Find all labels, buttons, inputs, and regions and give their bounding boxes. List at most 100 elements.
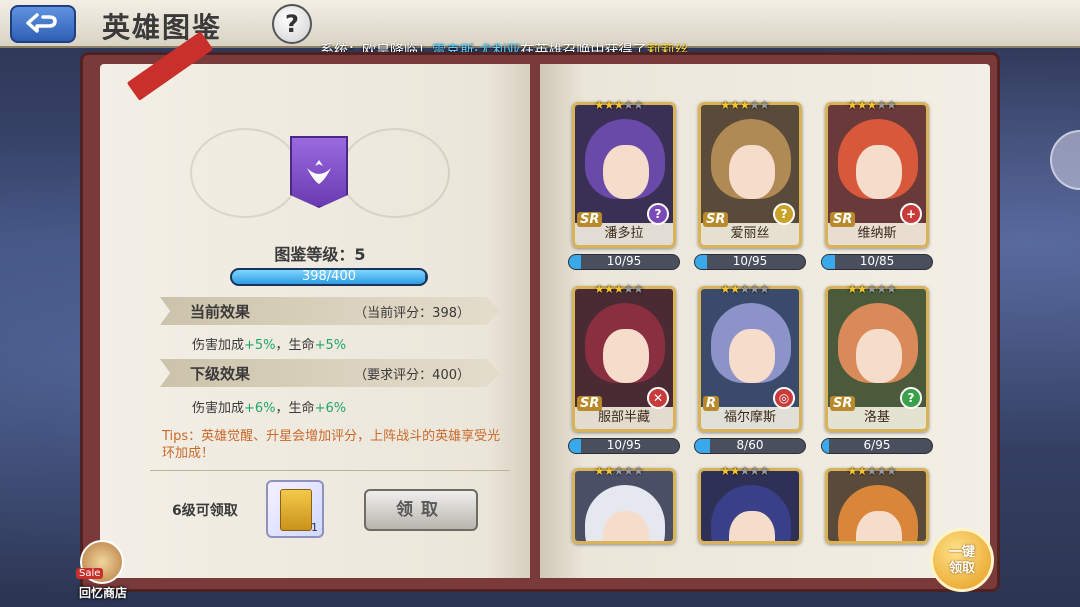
one-key-claim-button[interactable]: 一键 领取 [930, 528, 994, 592]
star-icon: ★ [613, 98, 625, 112]
star-icon: ★ [729, 282, 741, 296]
reward-level-label: 6级可领取 [172, 503, 238, 519]
star-rating: ★★★★★ [594, 282, 644, 296]
star-icon: ★ [720, 464, 731, 478]
star-icon: ★ [759, 464, 770, 478]
star-icon: ★ [847, 98, 858, 112]
codex-emblem-icon [290, 136, 348, 208]
star-icon: ★ [759, 98, 770, 112]
class-icon: + [900, 203, 922, 225]
star-icon: ★ [729, 464, 741, 478]
hero-face [603, 145, 649, 199]
star-icon: ★ [623, 282, 634, 296]
hero-progress-bar: 10/95 [568, 254, 680, 270]
hero-progress-bar: 10/95 [694, 254, 806, 270]
star-rating: ★★★★★ [720, 464, 770, 478]
rarity-badge: SR [577, 396, 603, 411]
star-icon: ★ [876, 282, 887, 296]
codex-progress-text: 398/400 [301, 269, 356, 284]
star-icon: ★ [847, 282, 858, 296]
hero-face [856, 145, 902, 199]
hero-progress-bar: 10/95 [568, 438, 680, 454]
hero-card[interactable] [698, 468, 802, 544]
current-effect-score: （当前评分：398） [354, 306, 470, 321]
next-effect-title: 下级效果 [190, 365, 251, 383]
star-rating: ★★★★★ [847, 282, 897, 296]
next-effect-header: 下级效果 （要求评分：400） [160, 359, 500, 387]
effect-value: +5% [244, 338, 276, 353]
hero-card[interactable] [825, 468, 929, 544]
star-icon: ★ [739, 282, 751, 296]
hero-portrait [828, 471, 926, 541]
hero-face [729, 145, 775, 199]
hero-face [603, 329, 649, 383]
wing-decoration-left [190, 128, 300, 218]
hero-progress-bar: 10/85 [821, 254, 933, 270]
rarity-badge: R [703, 396, 720, 411]
reward-item[interactable]: 1 [266, 480, 324, 538]
star-icon: ★ [623, 464, 634, 478]
hero-card[interactable]: 维纳斯 SR + [825, 102, 929, 248]
star-icon: ★ [623, 98, 634, 112]
one-key-line-2: 领取 [948, 561, 975, 576]
help-button[interactable]: ? [272, 4, 312, 44]
hero-card[interactable]: 洛基 SR? [825, 286, 929, 432]
codex-progress-bar: 398/400 [230, 268, 428, 286]
star-icon: ★ [613, 282, 625, 296]
wing-decoration-right [340, 128, 450, 218]
hero-portrait [575, 471, 673, 541]
back-button[interactable] [10, 5, 76, 43]
star-icon: ★ [603, 282, 615, 296]
tips-text: Tips：英雄觉醒、升星会增加评分，上阵战斗的英雄享受光环加成！ [162, 429, 501, 461]
star-icon: ★ [886, 98, 897, 112]
star-rating: ★★★★★ [594, 464, 644, 478]
star-icon: ★ [739, 464, 751, 478]
effect-value: +5% [314, 338, 347, 353]
star-icon: ★ [603, 464, 615, 478]
star-icon: ★ [856, 464, 868, 478]
claim-button[interactable]: 领取 [364, 489, 478, 531]
star-icon: ★ [739, 98, 751, 112]
one-key-line-1: 一键 [948, 545, 975, 560]
star-icon: ★ [876, 98, 887, 112]
star-icon: ★ [759, 282, 770, 296]
phoenix-icon [307, 160, 331, 184]
star-icon: ★ [749, 282, 760, 296]
hero-card[interactable]: 爱丽丝 SR? [698, 102, 802, 248]
current-effect-title: 当前效果 [190, 303, 251, 321]
hero-progress-text: 6/95 [863, 438, 891, 452]
star-icon: ★ [594, 98, 605, 112]
star-icon: ★ [847, 464, 858, 478]
star-rating: ★★★★★ [720, 282, 770, 296]
star-icon: ★ [886, 464, 897, 478]
memory-shop-button[interactable]: Sale 回忆商店 [72, 540, 134, 602]
effect-value: +6% [244, 401, 276, 416]
star-rating: ★★★★★ [720, 98, 770, 112]
star-icon: ★ [856, 282, 868, 296]
hero-card[interactable]: 潘多拉 SR? [572, 102, 676, 248]
sale-badge: Sale [76, 568, 104, 579]
hero-card[interactable]: 福尔摩斯 R ◎ [698, 286, 802, 432]
hero-progress-bar: 6/95 [821, 438, 933, 454]
star-icon: ★ [613, 464, 625, 478]
hero-card[interactable]: 服部半藏 SR ✕ [572, 286, 676, 432]
effect-label: 伤害加成 [192, 401, 245, 416]
hero-progress-text: 10/95 [606, 438, 642, 452]
star-icon: ★ [633, 464, 644, 478]
star-icon: ★ [866, 464, 878, 478]
effect-label: 伤害加成 [192, 338, 245, 353]
star-icon: ★ [720, 282, 731, 296]
star-icon: ★ [856, 98, 868, 112]
card-reward-icon [280, 489, 312, 531]
next-effect-text: 伤害加成+6%，生命+6% [192, 397, 346, 416]
star-icon: ★ [886, 282, 897, 296]
hero-card[interactable] [572, 468, 676, 544]
back-arrow-icon [26, 13, 57, 33]
star-icon: ★ [749, 464, 760, 478]
current-effect-header: 当前效果 （当前评分：398） [160, 297, 500, 325]
rarity-badge: SR [577, 212, 603, 227]
star-rating: ★★★★★ [847, 464, 897, 478]
star-rating: ★★★★★ [847, 98, 897, 112]
star-icon: ★ [594, 464, 605, 478]
hero-progress-text: 10/95 [732, 254, 768, 268]
